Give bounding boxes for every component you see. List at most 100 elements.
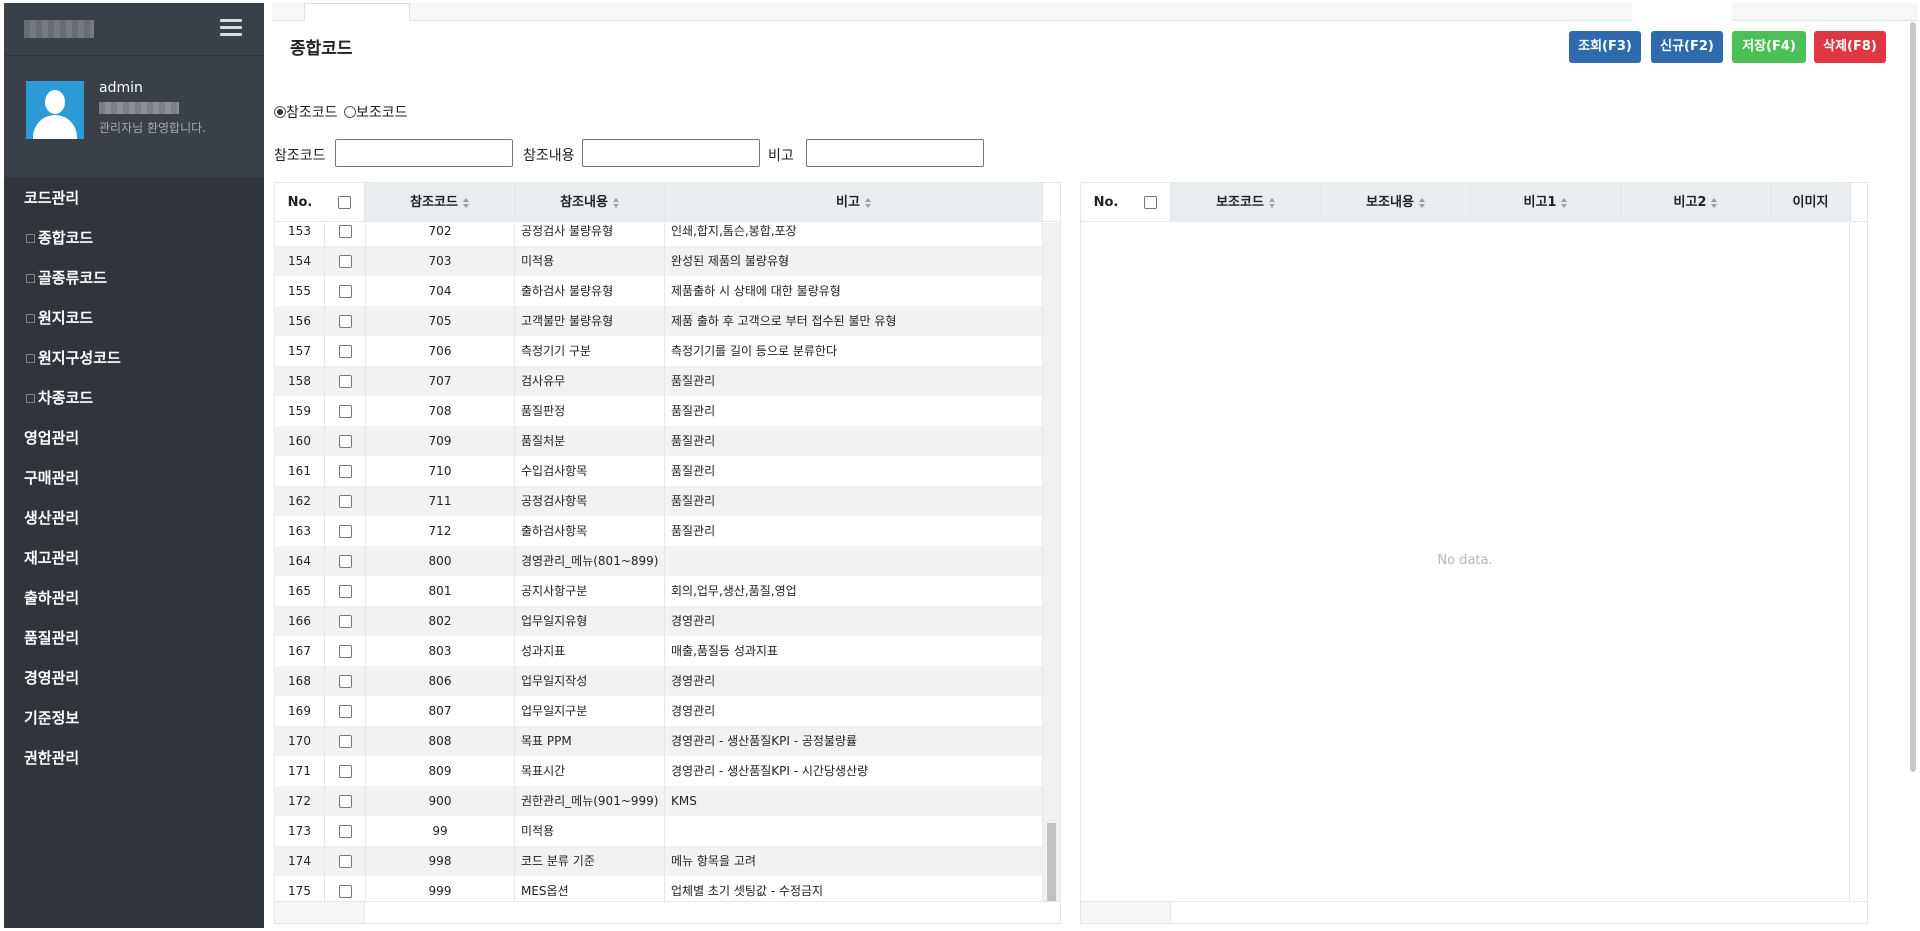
ref-code-input[interactable] bbox=[335, 139, 513, 167]
sidebar-item[interactable]: 기준정보 bbox=[4, 698, 264, 738]
row-checkbox-cell[interactable] bbox=[325, 726, 365, 756]
table-row[interactable]: 161 710 수입검사항목 품질관리 bbox=[275, 456, 1043, 486]
sidebar-item[interactable]: 영업관리 bbox=[4, 418, 264, 458]
table-row[interactable]: 172 900 권한관리_메뉴(901~999) KMS bbox=[275, 786, 1043, 816]
table-row[interactable]: 175 999 MES옵션 업체별 초기 셋팅값 - 수정금지 bbox=[275, 876, 1043, 903]
row-checkbox[interactable] bbox=[338, 855, 352, 868]
select-all-checkbox[interactable] bbox=[338, 196, 351, 209]
row-checkbox-cell[interactable] bbox=[325, 426, 365, 456]
sort-icon[interactable] bbox=[612, 197, 619, 208]
sidebar-item[interactable]: 생산관리 bbox=[4, 498, 264, 538]
tab-active[interactable] bbox=[304, 3, 410, 21]
col-select-all[interactable] bbox=[325, 183, 365, 222]
row-checkbox[interactable] bbox=[338, 375, 352, 388]
search-button[interactable]: 조회(F3) bbox=[1569, 31, 1641, 63]
row-checkbox-cell[interactable] bbox=[325, 666, 365, 696]
table-row[interactable]: 153 702 공정검사 불량유형 인쇄,합지,톰슨,봉합,포장 bbox=[275, 223, 1043, 246]
row-checkbox-cell[interactable] bbox=[325, 546, 365, 576]
sort-icon[interactable] bbox=[1711, 197, 1718, 208]
page-scrollbar[interactable] bbox=[1910, 22, 1916, 772]
table-row[interactable]: 169 807 업무일지구분 경영관리 bbox=[275, 696, 1043, 726]
radio-ref-code[interactable]: 참조코드 bbox=[274, 105, 338, 121]
row-checkbox[interactable] bbox=[338, 435, 352, 448]
scrollbar-thumb[interactable] bbox=[1047, 823, 1056, 903]
row-checkbox[interactable] bbox=[338, 405, 352, 418]
save-button[interactable]: 저장(F4) bbox=[1732, 31, 1806, 63]
radio-sub-code[interactable]: 보조코드 bbox=[343, 105, 408, 121]
col-sub-content[interactable]: 보조내용 bbox=[1321, 183, 1471, 222]
row-checkbox[interactable] bbox=[338, 795, 352, 808]
table-row[interactable]: 160 709 품질처분 품질관리 bbox=[275, 426, 1043, 456]
table-row[interactable]: 154 703 미적용 완성된 제품의 불량유형 bbox=[275, 246, 1043, 276]
row-checkbox-cell[interactable] bbox=[325, 696, 365, 726]
col-ref-content[interactable]: 참조내용 bbox=[515, 183, 665, 222]
col-note[interactable]: 비고 bbox=[665, 183, 1043, 222]
tab-secondary[interactable] bbox=[1632, 3, 1732, 21]
row-checkbox-cell[interactable] bbox=[325, 486, 365, 516]
table-row[interactable]: 158 707 검사유무 품질관리 bbox=[275, 366, 1043, 396]
row-checkbox-cell[interactable] bbox=[325, 396, 365, 426]
table-row[interactable]: 155 704 출하검사 불량유형 제품출하 시 상태에 대한 불량유형 bbox=[275, 276, 1043, 306]
table-row[interactable]: 162 711 공정검사항목 품질관리 bbox=[275, 486, 1043, 516]
row-checkbox-cell[interactable] bbox=[325, 756, 365, 786]
table-row[interactable]: 164 800 경영관리_메뉴(801~899) bbox=[275, 546, 1043, 576]
table-row[interactable]: 166 802 업무일지유형 경영관리 bbox=[275, 606, 1043, 636]
new-button[interactable]: 신규(F2) bbox=[1651, 31, 1723, 63]
row-checkbox[interactable] bbox=[338, 735, 352, 748]
row-checkbox-cell[interactable] bbox=[325, 816, 365, 846]
hamburger-menu-icon[interactable] bbox=[220, 19, 242, 39]
sort-icon[interactable] bbox=[1418, 197, 1425, 208]
col-no[interactable]: No. bbox=[1081, 183, 1131, 222]
table-row[interactable]: 173 99 미적용 bbox=[275, 816, 1043, 846]
ref-content-input[interactable] bbox=[582, 139, 760, 167]
sidebar-item[interactable]: 골종류코드 bbox=[4, 258, 264, 298]
sort-icon[interactable] bbox=[1268, 197, 1275, 208]
col-sub-code[interactable]: 보조코드 bbox=[1171, 183, 1321, 222]
table-row[interactable]: 174 998 코드 분류 기준 메뉴 항목을 고려 bbox=[275, 846, 1043, 876]
table-row[interactable]: 170 808 목표 PPM 경영관리 - 생산품질KPI - 공정불량률 bbox=[275, 726, 1043, 756]
row-checkbox[interactable] bbox=[338, 705, 352, 718]
row-checkbox-cell[interactable] bbox=[325, 223, 365, 246]
row-checkbox[interactable] bbox=[338, 525, 352, 538]
sidebar-item[interactable]: 종합코드 bbox=[4, 218, 264, 258]
row-checkbox[interactable] bbox=[338, 765, 352, 778]
row-checkbox-cell[interactable] bbox=[325, 276, 365, 306]
table-row[interactable]: 159 708 품질판정 품질관리 bbox=[275, 396, 1043, 426]
table-row[interactable]: 168 806 업무일지작성 경영관리 bbox=[275, 666, 1043, 696]
row-checkbox-cell[interactable] bbox=[325, 516, 365, 546]
col-no[interactable]: No. bbox=[275, 183, 325, 222]
col-note1[interactable]: 비고1 bbox=[1471, 183, 1621, 222]
row-checkbox-cell[interactable] bbox=[325, 846, 365, 876]
row-checkbox-cell[interactable] bbox=[325, 366, 365, 396]
col-ref-code[interactable]: 참조코드 bbox=[365, 183, 515, 222]
row-checkbox[interactable] bbox=[338, 285, 352, 298]
sidebar-item[interactable]: 차종코드 bbox=[4, 378, 264, 418]
row-checkbox-cell[interactable] bbox=[325, 306, 365, 336]
row-checkbox[interactable] bbox=[338, 885, 352, 898]
table-row[interactable]: 157 706 측정기기 구분 측정기기를 길이 등으로 분류한다 bbox=[275, 336, 1043, 366]
row-checkbox[interactable] bbox=[338, 465, 352, 478]
col-image[interactable]: 이미지 bbox=[1771, 183, 1851, 222]
sort-icon[interactable] bbox=[462, 197, 469, 208]
sidebar-item[interactable]: 권한관리 bbox=[4, 738, 264, 778]
row-checkbox-cell[interactable] bbox=[325, 876, 365, 903]
grid-scrollbar[interactable] bbox=[1849, 223, 1867, 923]
row-checkbox[interactable] bbox=[338, 825, 352, 838]
sidebar-item[interactable]: 코드관리 bbox=[4, 178, 264, 218]
row-checkbox[interactable] bbox=[338, 225, 352, 238]
sidebar-item[interactable]: 구매관리 bbox=[4, 458, 264, 498]
sort-icon[interactable] bbox=[1561, 197, 1568, 208]
sort-icon[interactable] bbox=[864, 197, 871, 208]
sidebar-item[interactable]: 출하관리 bbox=[4, 578, 264, 618]
row-checkbox[interactable] bbox=[338, 585, 352, 598]
table-row[interactable]: 163 712 출하검사항목 품질관리 bbox=[275, 516, 1043, 546]
row-checkbox[interactable] bbox=[338, 615, 352, 628]
sidebar-item[interactable]: 원지코드 bbox=[4, 298, 264, 338]
col-note2[interactable]: 비고2 bbox=[1621, 183, 1771, 222]
row-checkbox-cell[interactable] bbox=[325, 456, 365, 486]
row-checkbox-cell[interactable] bbox=[325, 336, 365, 366]
sidebar-item[interactable]: 재고관리 bbox=[4, 538, 264, 578]
row-checkbox[interactable] bbox=[338, 675, 352, 688]
row-checkbox-cell[interactable] bbox=[325, 786, 365, 816]
row-checkbox[interactable] bbox=[338, 555, 352, 568]
